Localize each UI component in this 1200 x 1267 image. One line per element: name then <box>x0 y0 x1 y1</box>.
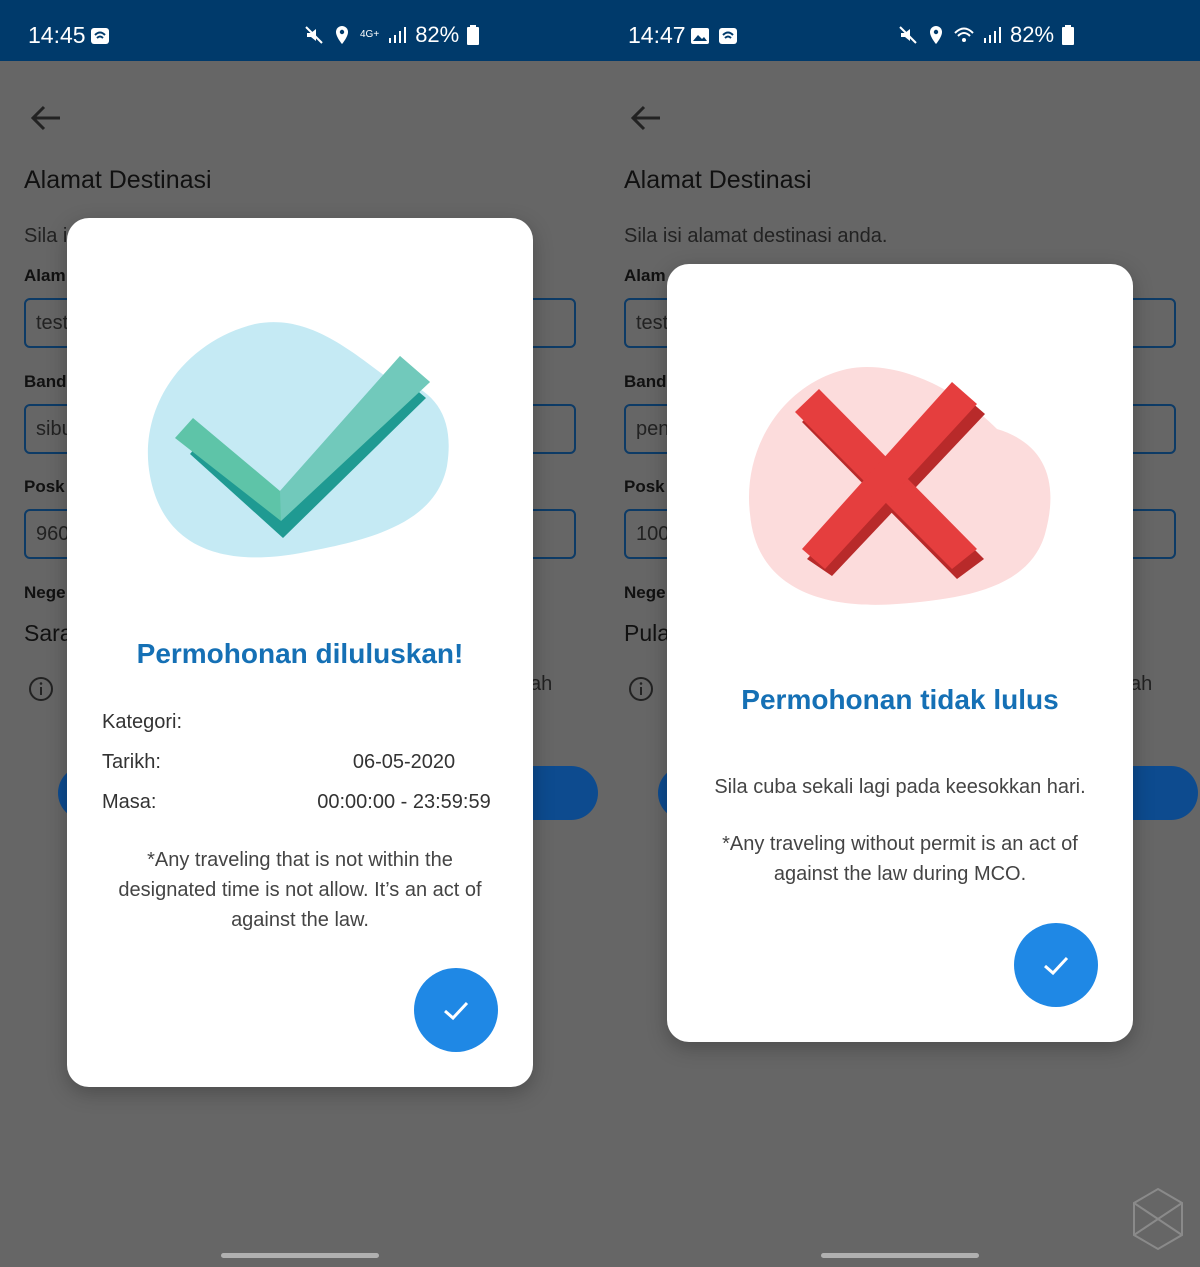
info-icon <box>629 677 653 701</box>
mute-icon <box>899 26 917 44</box>
state-value[interactable]: Pula <box>624 620 670 647</box>
status-time: 14:45 <box>28 22 86 48</box>
gallery-icon <box>691 28 709 44</box>
location-icon <box>930 26 942 44</box>
home-indicator[interactable] <box>821 1253 979 1258</box>
status-bar: 14:47 82% <box>600 0 1200 61</box>
rejected-illustration <box>748 367 1051 605</box>
right-screen: 14:47 82% Alamat Destinasi Sila isi alam… <box>600 0 1200 1267</box>
dialog-message: Sila cuba sekali lagi pada keesokkan har… <box>714 776 1086 798</box>
approved-dialog: Permohonan diluluskan! Kategori: Tarikh:… <box>67 218 533 1087</box>
watermark-logo <box>1133 1187 1183 1251</box>
battery-percent: 82% <box>1010 22 1055 47</box>
mute-icon <box>305 26 323 44</box>
dialog-note: *Any traveling that is not within the de… <box>118 849 482 931</box>
left-screen: 14:45 4G+ 82% Alamat Destinasi Sila i Al… <box>0 0 600 1267</box>
dialog-title: Permohonan tidak lulus <box>741 684 1059 715</box>
battery-percent: 82% <box>415 22 460 47</box>
info-text-tail: ah <box>1130 673 1153 695</box>
detail-label: Kategori: <box>102 711 183 733</box>
confirm-button[interactable] <box>414 968 498 1052</box>
page-subtitle: Sila isi alamat destinasi anda. <box>624 225 888 247</box>
page-title: Alamat Destinasi <box>624 166 812 194</box>
field-label-state: Nege <box>624 583 666 602</box>
signal-icon <box>984 27 1001 43</box>
rejected-dialog: Permohonan tidak lulus Sila cuba sekali … <box>667 264 1133 1042</box>
field-label-city: Band <box>624 372 667 391</box>
dialog-title: Permohonan diluluskan! <box>136 638 464 669</box>
status-time: 14:47 <box>628 22 686 48</box>
detail-value: 06-05-2020 <box>352 751 456 773</box>
network-type: 4G+ <box>360 29 380 40</box>
wifi-icon <box>954 27 974 42</box>
battery-icon <box>1062 25 1075 45</box>
detail-label: Masa: <box>102 791 157 813</box>
location-icon <box>336 26 348 44</box>
battery-icon <box>467 25 480 45</box>
check-icon <box>444 1001 469 1021</box>
status-bar: 14:45 4G+ 82% <box>0 0 600 61</box>
detail-label: Tarikh: <box>102 751 161 773</box>
signal-icon <box>389 27 407 43</box>
dialog-note: *Any traveling without permit is an act … <box>722 833 1078 885</box>
back-arrow-icon[interactable] <box>628 100 664 136</box>
sync-icon <box>719 28 737 44</box>
home-indicator[interactable] <box>221 1253 379 1258</box>
confirm-button[interactable] <box>1014 923 1098 1007</box>
sync-icon <box>91 28 109 44</box>
check-icon <box>1044 956 1069 976</box>
approved-illustration <box>147 322 449 558</box>
field-label-address: Alam <box>624 266 666 285</box>
detail-value: 00:00:00 - 23:59:59 <box>317 791 491 813</box>
field-label-postcode: Posk <box>624 477 665 496</box>
